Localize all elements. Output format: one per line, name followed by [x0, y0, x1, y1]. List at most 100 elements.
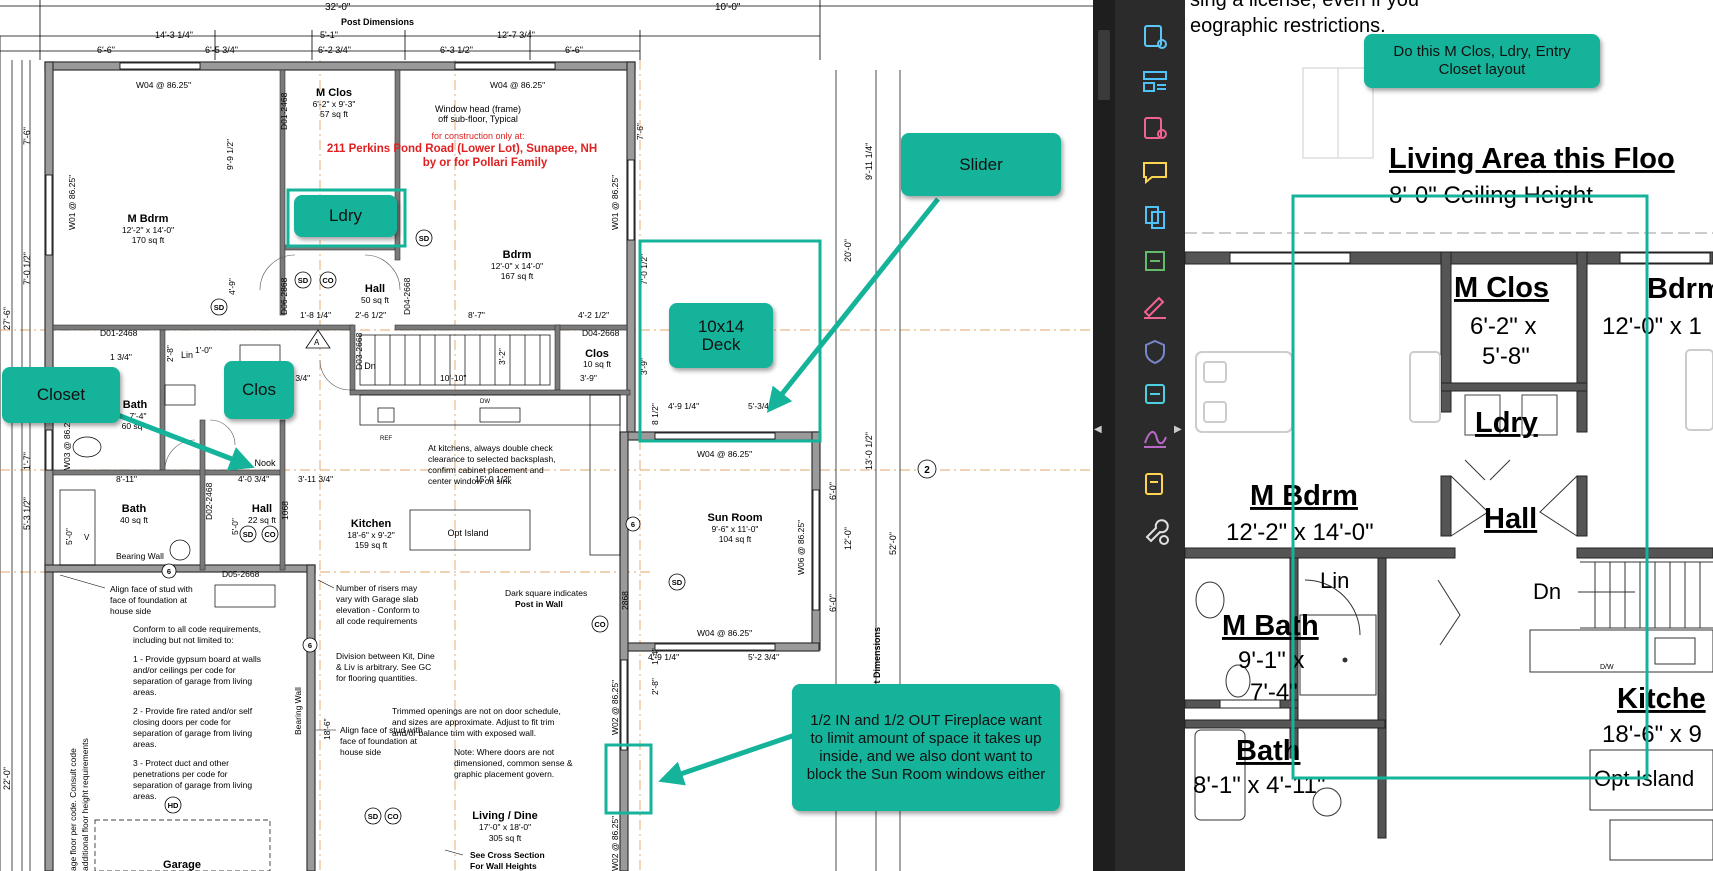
six-label: 6 [167, 567, 171, 576]
slider-callout: Slider [901, 133, 1061, 196]
zoom-bath-name: Bath [1236, 735, 1300, 767]
w04-tag-a: W04 @ 86.25" [136, 80, 191, 90]
zoom-mbdrm-dim: 12'-2" x 14'-0" [1226, 519, 1374, 546]
zoom-lin: Lin [1320, 568, 1349, 593]
align-note-2a: Align face of stud with [340, 725, 423, 735]
clos-area: 10 sq ft [583, 359, 612, 369]
bath1-name: Bath [123, 399, 148, 411]
sd-label: SD [368, 812, 379, 821]
dim-9-9: 9'-9 1/2" [225, 139, 235, 170]
bearing-wall-vertical: Bearing Wall [293, 687, 303, 735]
note-3: graphic placement govern. [454, 769, 554, 779]
construction-label: for construction only at: [431, 131, 524, 141]
dark-square-note-1: Dark square indicates [505, 588, 587, 598]
d01-tag-a: D01-2468 [100, 328, 138, 338]
dim-8-1-2: 8 1/2" [650, 403, 660, 425]
zoom-mclos-dim1: 6'-2" x [1470, 313, 1536, 340]
co-label: CO [594, 620, 605, 629]
d06-tag: D06-2868 [279, 277, 289, 315]
code-note-1: Conform to all code requirements, [133, 624, 261, 634]
mbdrm-name: M Bdrm [128, 213, 169, 225]
dim-4-9-1-4: 4'-9 1/4" [668, 401, 699, 411]
risers-note-2: vary with Garage slab [336, 594, 418, 604]
sd-label: SD [419, 234, 430, 243]
code-note-13: separation of garage from living [133, 780, 252, 790]
align-note-2b: face of foundation at [340, 736, 418, 746]
sd-label: SD [214, 303, 225, 312]
dim-overall-top: 32'-0" [325, 2, 351, 13]
dim-20-0: 20'-0" [843, 239, 853, 262]
code-note-2: including but not limited to: [133, 635, 234, 645]
fireplace-callout: 1/2 IN and 1/2 OUT Fireplace want to lim… [792, 684, 1060, 811]
w02-tag-a: W02 @ 86.25" [610, 680, 620, 735]
d05-tag: D05-2668 [222, 569, 260, 579]
garage-name: Garage [163, 859, 201, 871]
hall2-area: 22 sq ft [248, 515, 277, 525]
dim-5-0-b: 5'-0" [230, 518, 240, 535]
opt-island-label: Opt Island [447, 528, 488, 538]
dim-4-2: 4'-2 1/2" [578, 310, 609, 320]
dw-label: DW [480, 399, 490, 405]
six-label: 6 [631, 520, 635, 529]
collapse-left-icon[interactable]: ◀ [1094, 424, 1102, 435]
dim-4-9: 4'-9" [227, 278, 237, 295]
living-name: Living / Dine [472, 810, 537, 822]
scrollbar-thumb[interactable] [1098, 30, 1110, 100]
sunroom-size: 9'-6" x 11'-0" [712, 524, 759, 534]
mclos-layout-callout-text: Do this M Clos, Ldry, Entry Closet layou… [1393, 43, 1571, 78]
co-label: CO [387, 812, 398, 821]
kitchen-note-4: center window on sink [428, 476, 512, 486]
risers-note-1: Number of risers may [336, 583, 418, 593]
license-line-1: sing a license, even if you [1190, 0, 1419, 11]
division-note-2: & Liv is arbitrary. See GC [336, 662, 431, 672]
dim-6-0-a: 6'-0" [828, 482, 838, 500]
co-label: CO [322, 276, 333, 285]
bdrm-size: 12'-0" x 14'-0" [491, 261, 543, 271]
code-note-6: areas. [133, 687, 157, 697]
two-label: 2 [924, 465, 930, 476]
align-note-1c: house side [110, 606, 151, 616]
mclos-size: 6'-2" x 9'-3" [313, 99, 356, 109]
risers-note-3: elevation - Conform to [336, 605, 420, 615]
garage-floor-note: age floor per code. Consult code [68, 748, 78, 871]
align-note-2c: house side [340, 747, 381, 757]
zoom-mbath-name: M Bath [1222, 610, 1319, 642]
zoom-mclos-dim2: 5'-8" [1482, 343, 1530, 370]
zoom-ldry: Ldry [1475, 407, 1538, 439]
hall-name: Hall [365, 283, 385, 295]
address-label: 211 Perkins Pond Road (Lower Lot), Sunap… [327, 143, 597, 155]
dim-6-6-left: 6'-6" [97, 45, 115, 55]
dim-5-3-4: 5'-3/4" [748, 401, 772, 411]
post-dimensions-label: Post Dimensions [341, 17, 414, 27]
dn-label: Dn [364, 361, 376, 371]
mclos-layout-callout: Do this M Clos, Ldry, Entry Closet layou… [1364, 34, 1600, 88]
risers-note-4: all code requirements [336, 616, 417, 626]
dim-2-8-b: 2'-8" [650, 678, 660, 695]
dim-6-2: 6'-2 3/4" [318, 45, 351, 55]
d03-tag: D03-2668 [354, 332, 364, 370]
zoom-title: Living Area this Floo [1389, 143, 1675, 175]
dim-13-0: 13'-0 1/2" [864, 432, 874, 470]
zoom-mbath-dim2: 7'-4" [1250, 679, 1298, 706]
hall2-name: Hall [252, 503, 272, 515]
collapse-right-icon[interactable]: ▶ [1174, 424, 1182, 435]
bath2-name: Bath [122, 503, 147, 515]
dim-2-8: 2'-8" [165, 345, 175, 362]
align-note-1a: Align face of stud with [110, 584, 193, 594]
zoomed-plan-pane: sing a license, even if you eographic re… [1184, 0, 1713, 871]
zoom-kitchen-name: Kitche [1617, 683, 1706, 715]
code-note-3: 1 - Provide gypsum board at walls [133, 654, 261, 664]
w04-tag-b: W04 @ 86.25" [490, 80, 545, 90]
ldry-callout-text: Ldry [328, 206, 363, 225]
w01-tag-a: W01 @ 86.25" [67, 175, 77, 230]
v-label: V [84, 533, 90, 542]
window-head-note-1: Window head (frame) [435, 104, 521, 114]
bath2-area: 40 sq ft [120, 515, 149, 525]
dim-1-8: 1'-8 1/4" [300, 310, 331, 320]
hall-area: 50 sq ft [361, 295, 390, 305]
living-size: 17'-0" x 18'-0" [479, 822, 531, 832]
zoom-kitchen-dim: 18'-6" x 9 [1602, 721, 1702, 748]
d02-tag: D02-2468 [204, 482, 214, 520]
zoom-hall: Hall [1484, 503, 1537, 535]
dim-1-0: 1'-0" [195, 345, 212, 355]
